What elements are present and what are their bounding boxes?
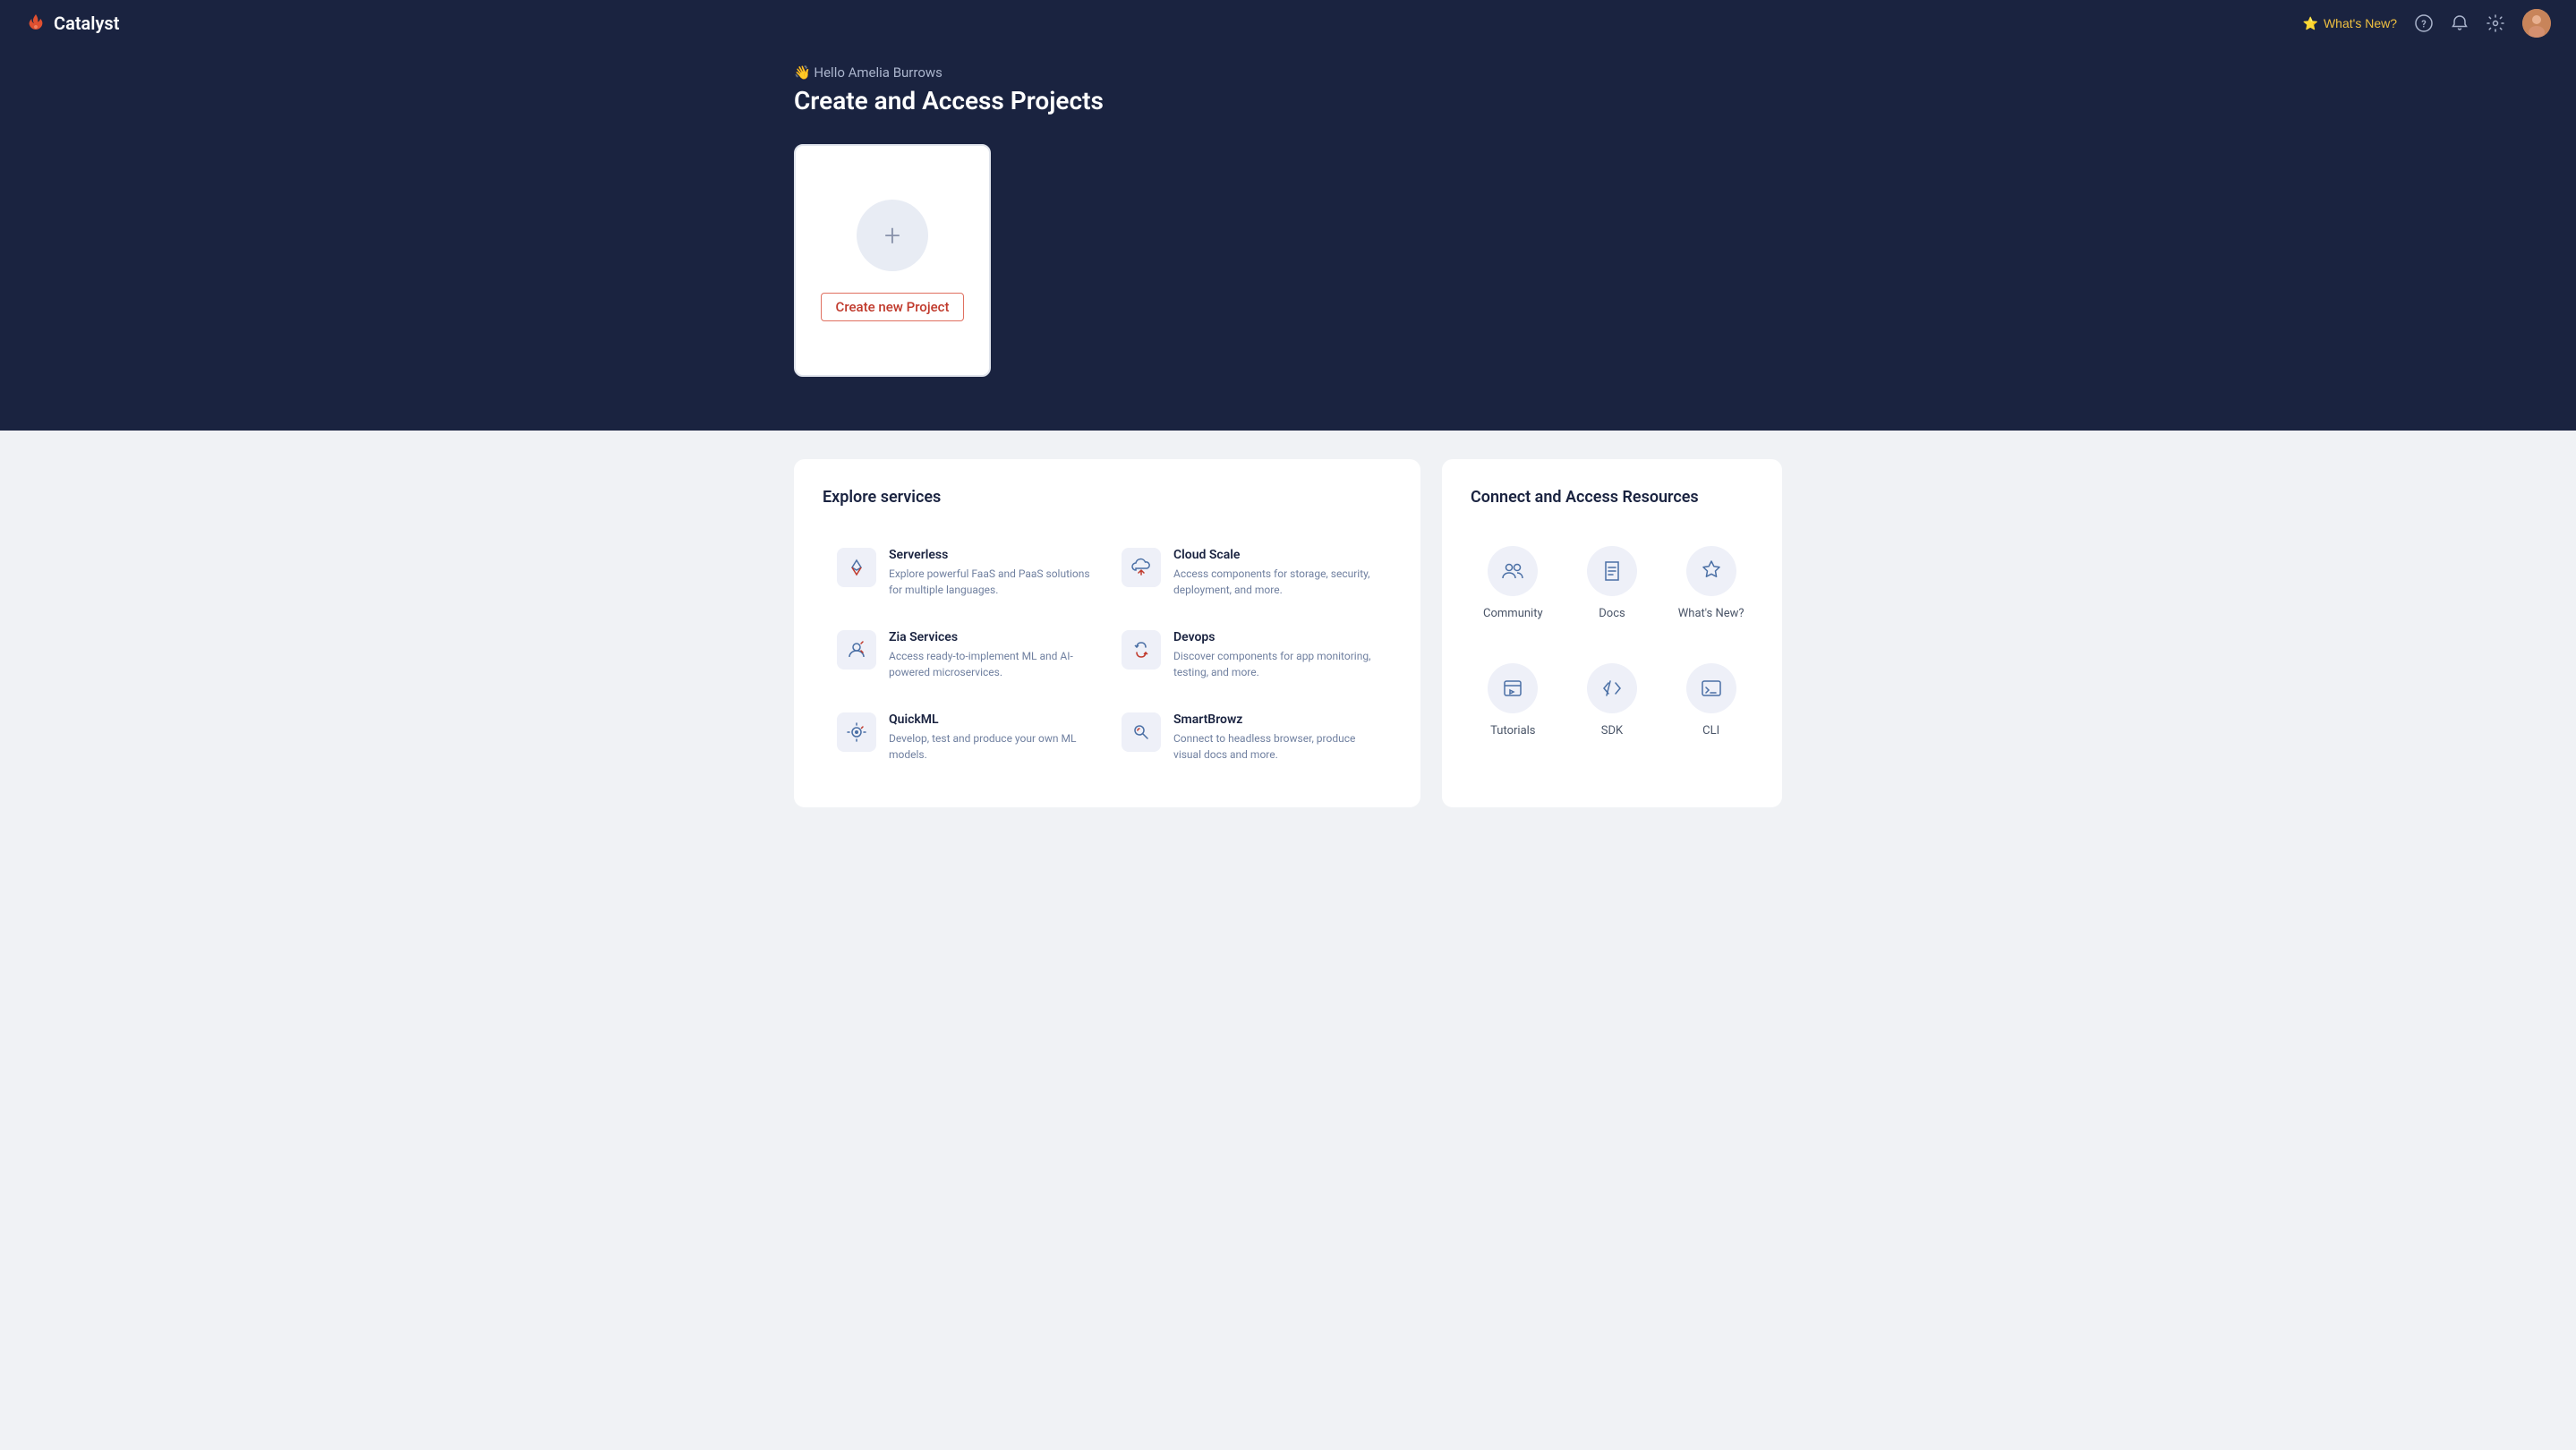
flame-icon: [25, 13, 47, 34]
quickml-icon-box: [837, 712, 876, 752]
explore-section: Explore services Serverless Explore powe…: [794, 459, 1420, 807]
resource-sdk[interactable]: SDK: [1570, 649, 1655, 752]
svg-text:?: ?: [2421, 19, 2426, 30]
quickml-info: QuickML Develop, test and produce your o…: [889, 712, 1093, 763]
service-devops[interactable]: Devops Discover components for app monit…: [1107, 614, 1392, 696]
whats-new-icon-box: [1686, 546, 1736, 596]
community-label: Community: [1483, 607, 1543, 620]
resources-title: Connect and Access Resources: [1471, 488, 1753, 507]
service-quickml[interactable]: QuickML Develop, test and produce your o…: [823, 696, 1107, 779]
projects-area: + Create new Project: [794, 144, 1782, 377]
cloud-scale-info: Cloud Scale Access components for storag…: [1173, 548, 1378, 598]
add-icon: +: [857, 200, 928, 271]
community-icon-box: [1488, 546, 1538, 596]
page-title: Create and Access Projects: [794, 86, 1782, 115]
smartbrowz-info: SmartBrowz Connect to headless browser, …: [1173, 712, 1378, 763]
create-project-card[interactable]: + Create new Project: [794, 144, 991, 377]
smartbrowz-icon-box: [1122, 712, 1161, 752]
zia-info: Zia Services Access ready-to-implement M…: [889, 630, 1093, 680]
avatar[interactable]: [2522, 9, 2551, 38]
devops-info: Devops Discover components for app monit…: [1173, 630, 1378, 680]
zia-icon-box: [837, 630, 876, 670]
sdk-icon-box: [1587, 663, 1637, 713]
service-cloud-scale[interactable]: Cloud Scale Access components for storag…: [1107, 532, 1392, 614]
service-smartbrowz[interactable]: SmartBrowz Connect to headless browser, …: [1107, 696, 1392, 779]
navbar: Catalyst ⭐ What's New? ?: [0, 0, 2576, 47]
help-icon[interactable]: ?: [2415, 14, 2433, 32]
resource-community[interactable]: Community: [1471, 532, 1556, 635]
whats-new-label: What's New?: [1678, 607, 1744, 620]
serverless-icon-box: [837, 548, 876, 587]
tutorials-icon-box: [1488, 663, 1538, 713]
bell-icon[interactable]: [2451, 14, 2469, 32]
hero-section: 👋 Hello Amelia Burrows Create and Access…: [0, 0, 2576, 431]
cloud-scale-icon-box: [1122, 548, 1161, 587]
create-project-label: Create new Project: [821, 293, 965, 321]
resource-whats-new[interactable]: What's New?: [1668, 532, 1753, 635]
service-zia[interactable]: Zia Services Access ready-to-implement M…: [823, 614, 1107, 696]
tutorials-label: Tutorials: [1490, 724, 1535, 738]
sdk-label: SDK: [1601, 724, 1623, 738]
service-serverless[interactable]: Serverless Explore powerful FaaS and Paa…: [823, 532, 1107, 614]
resource-cli[interactable]: CLI: [1668, 649, 1753, 752]
main-content: Explore services Serverless Explore powe…: [751, 431, 1825, 836]
cli-icon-box: [1686, 663, 1736, 713]
serverless-info: Serverless Explore powerful FaaS and Paa…: [889, 548, 1093, 598]
app-logo[interactable]: Catalyst: [25, 13, 119, 34]
resources-grid: Community Docs: [1471, 532, 1753, 752]
docs-label: Docs: [1599, 607, 1625, 620]
whats-new-button[interactable]: ⭐ What's New?: [2303, 16, 2397, 31]
cli-label: CLI: [1702, 724, 1719, 738]
navbar-right: ⭐ What's New? ?: [2303, 9, 2551, 38]
bottom-sections: Explore services Serverless Explore powe…: [794, 459, 1782, 807]
gear-icon[interactable]: [2486, 14, 2504, 32]
docs-icon-box: [1587, 546, 1637, 596]
explore-title: Explore services: [823, 488, 1392, 507]
services-grid: Serverless Explore powerful FaaS and Paa…: [823, 532, 1392, 779]
resource-tutorials[interactable]: Tutorials: [1471, 649, 1556, 752]
devops-icon-box: [1122, 630, 1161, 670]
app-name: Catalyst: [54, 13, 119, 34]
star-icon: ⭐: [2303, 16, 2318, 31]
resource-docs[interactable]: Docs: [1570, 532, 1655, 635]
greeting-text: 👋 Hello Amelia Burrows: [794, 64, 1782, 81]
resources-section: Connect and Access Resources Community: [1442, 459, 1782, 807]
